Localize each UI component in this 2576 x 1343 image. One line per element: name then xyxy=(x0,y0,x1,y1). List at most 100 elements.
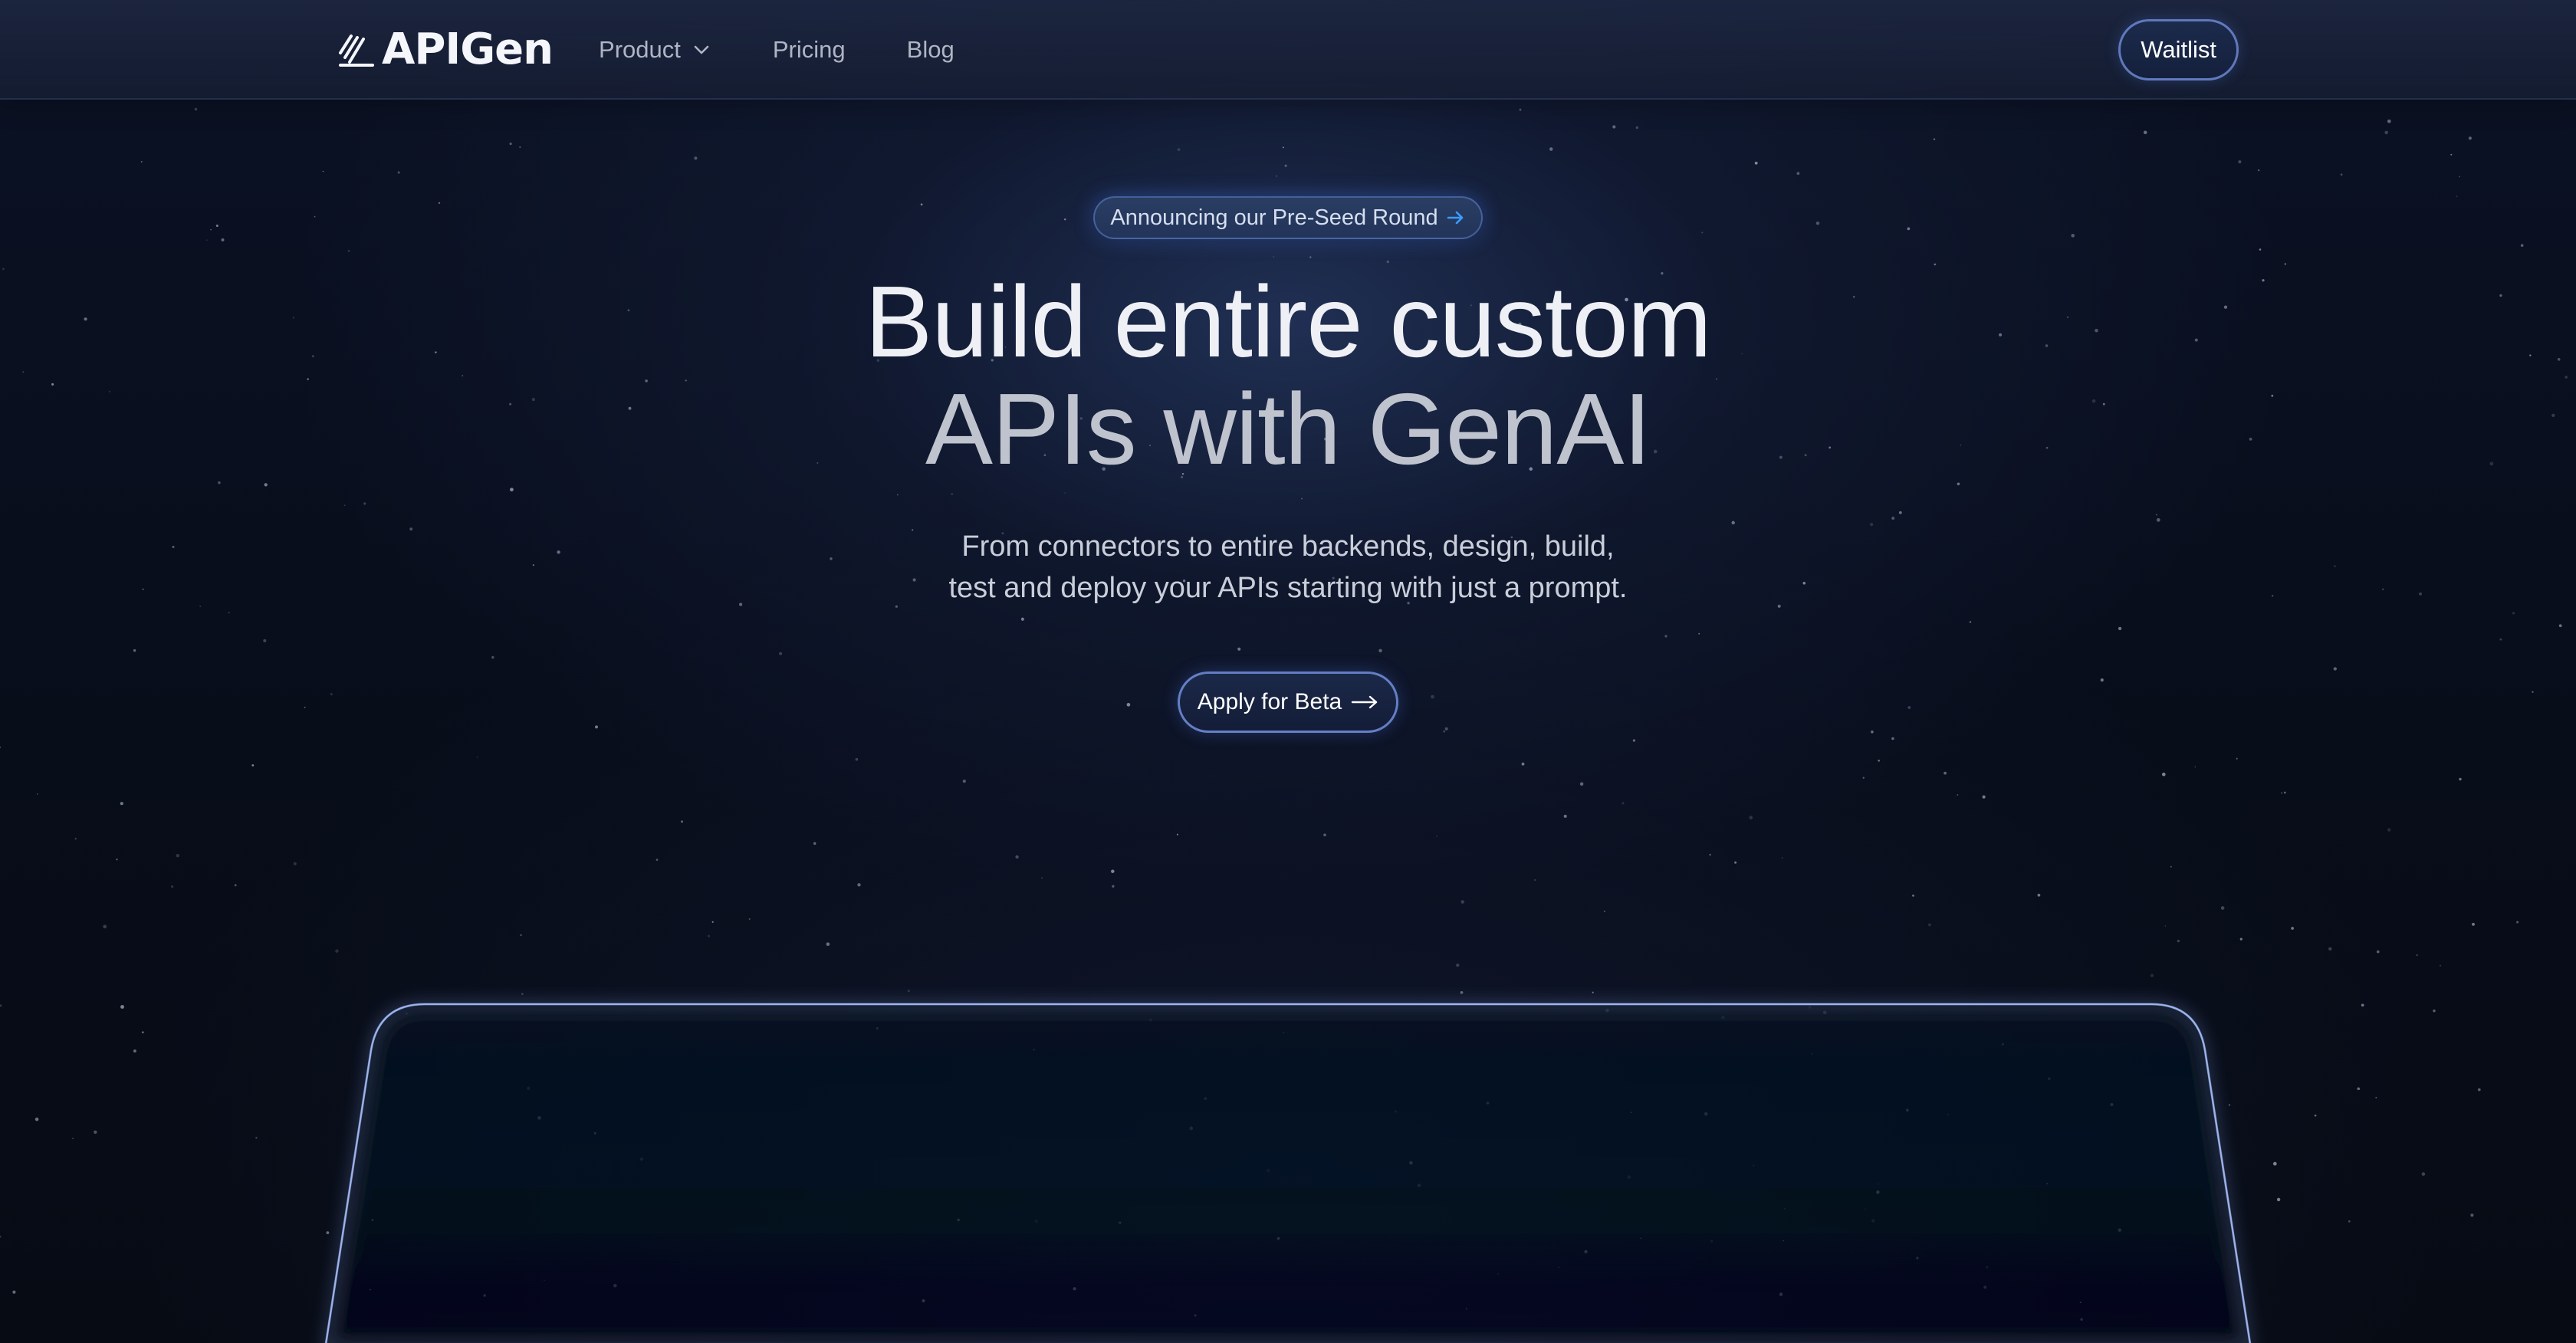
star-dot xyxy=(1878,1183,1880,1185)
star-dot xyxy=(1710,1240,1714,1243)
star-dot xyxy=(694,156,698,160)
star-dot xyxy=(1907,227,1911,231)
star-dot xyxy=(330,692,333,696)
star-dot xyxy=(1969,621,1972,623)
star-dot xyxy=(1034,1220,1038,1223)
star-dot xyxy=(962,780,966,783)
star-dot xyxy=(1497,1272,1500,1275)
star-dot xyxy=(2328,947,2332,951)
star-dot xyxy=(2259,248,2262,251)
star-dot xyxy=(2079,1301,2082,1304)
star-dot xyxy=(314,215,316,218)
star-dot xyxy=(1749,816,1753,819)
star-dot xyxy=(2459,777,2462,781)
star-dot xyxy=(72,1138,74,1140)
star-dot xyxy=(1709,853,1711,856)
star-dot xyxy=(1465,1308,1467,1310)
star-dot xyxy=(1934,263,1937,266)
star-dot xyxy=(1378,649,1382,652)
star-dot xyxy=(537,1115,541,1120)
top-navbar: APIGen Product Pricing Blog Waitlist xyxy=(0,0,2576,100)
star-dot xyxy=(255,1137,258,1139)
star-dot xyxy=(36,793,38,795)
star-dot xyxy=(1912,894,1914,897)
star-dot xyxy=(141,1031,144,1034)
star-dot xyxy=(1456,963,1460,967)
brand-name: APIGen xyxy=(382,25,554,74)
star-dot xyxy=(2387,119,2391,123)
nav-item-product[interactable]: Product xyxy=(599,36,711,64)
star-dot xyxy=(1871,730,1874,734)
hero-subtitle-line-1: From connectors to entire backends, desi… xyxy=(961,530,1615,563)
star-dot xyxy=(2155,514,2157,516)
star-dot xyxy=(2037,893,2041,897)
star-dot xyxy=(2220,906,2225,910)
star-dot xyxy=(748,918,751,920)
nav-item-pricing[interactable]: Pricing xyxy=(773,36,846,64)
star-dot xyxy=(2276,1197,2281,1202)
star-dot xyxy=(2161,772,2166,777)
apply-for-beta-button[interactable]: Apply for Beta xyxy=(1178,672,1398,733)
star-dot xyxy=(343,504,346,507)
star-dot xyxy=(1126,702,1131,707)
star-dot xyxy=(2238,160,2242,164)
landing-page: APIGen Product Pricing Blog Waitlist Ann… xyxy=(0,0,2576,1343)
star-dot xyxy=(2472,922,2475,926)
star-dot xyxy=(1986,1266,1989,1269)
star-dot xyxy=(2375,1096,2377,1098)
star-dot xyxy=(406,1012,408,1015)
star-dot xyxy=(1783,1207,1786,1210)
star-dot xyxy=(304,707,306,708)
star-dot xyxy=(1119,1221,1122,1224)
star-dot xyxy=(510,488,514,492)
star-dot xyxy=(120,802,123,806)
star-dot xyxy=(2357,1087,2361,1091)
star-dot xyxy=(1486,1102,1490,1105)
star-dot xyxy=(2143,130,2147,135)
announcement-pill[interactable]: Announcing our Pre-Seed Round xyxy=(1093,196,1483,239)
star-dot xyxy=(326,1231,330,1234)
star-dot xyxy=(1584,1249,1588,1254)
star-dot xyxy=(2281,792,2283,794)
star-dot xyxy=(264,483,268,487)
waitlist-button[interactable]: Waitlist xyxy=(2118,19,2239,80)
star-dot xyxy=(1394,1110,1397,1113)
star-dot xyxy=(2416,954,2418,957)
star-dot xyxy=(1808,1006,1812,1009)
star-dot xyxy=(2512,612,2515,615)
star-dot xyxy=(826,942,830,947)
star-dot xyxy=(1916,1256,1919,1259)
star-dot xyxy=(210,228,212,231)
star-dot xyxy=(1781,857,1783,859)
star-dot xyxy=(1112,885,1115,888)
star-dot xyxy=(1436,836,1438,837)
star-dot xyxy=(1592,991,1594,993)
brand-logo-link[interactable]: APIGen xyxy=(337,25,554,74)
star-dot xyxy=(813,842,816,846)
star-dot xyxy=(2194,766,2196,768)
star-dot xyxy=(2110,1102,2114,1107)
star-dot xyxy=(34,1117,39,1121)
star-dot xyxy=(1519,108,1522,111)
star-dot xyxy=(1579,782,1584,786)
star-dot xyxy=(1721,1016,1725,1020)
star-dot xyxy=(120,1005,124,1009)
star-dot xyxy=(613,1283,617,1288)
star-dot xyxy=(1815,221,1820,225)
star-dot xyxy=(509,143,512,146)
star-dot xyxy=(2520,244,2524,247)
star-dot xyxy=(1640,1237,1641,1240)
star-dot xyxy=(363,502,366,505)
hero-headline-line-1: Build entire custom xyxy=(865,265,1712,378)
star-dot xyxy=(1876,1190,1880,1194)
star-dot xyxy=(1664,635,1668,638)
star-dot xyxy=(2164,925,2167,927)
star-dot xyxy=(1021,617,1024,619)
star-dot xyxy=(2421,1172,2426,1176)
star-dot xyxy=(543,1279,545,1282)
nav-item-blog[interactable]: Blog xyxy=(907,36,955,64)
star-dot xyxy=(2239,937,2242,941)
star-dot xyxy=(1283,1031,1285,1033)
star-dot xyxy=(1176,833,1178,836)
star-dot xyxy=(234,884,237,887)
